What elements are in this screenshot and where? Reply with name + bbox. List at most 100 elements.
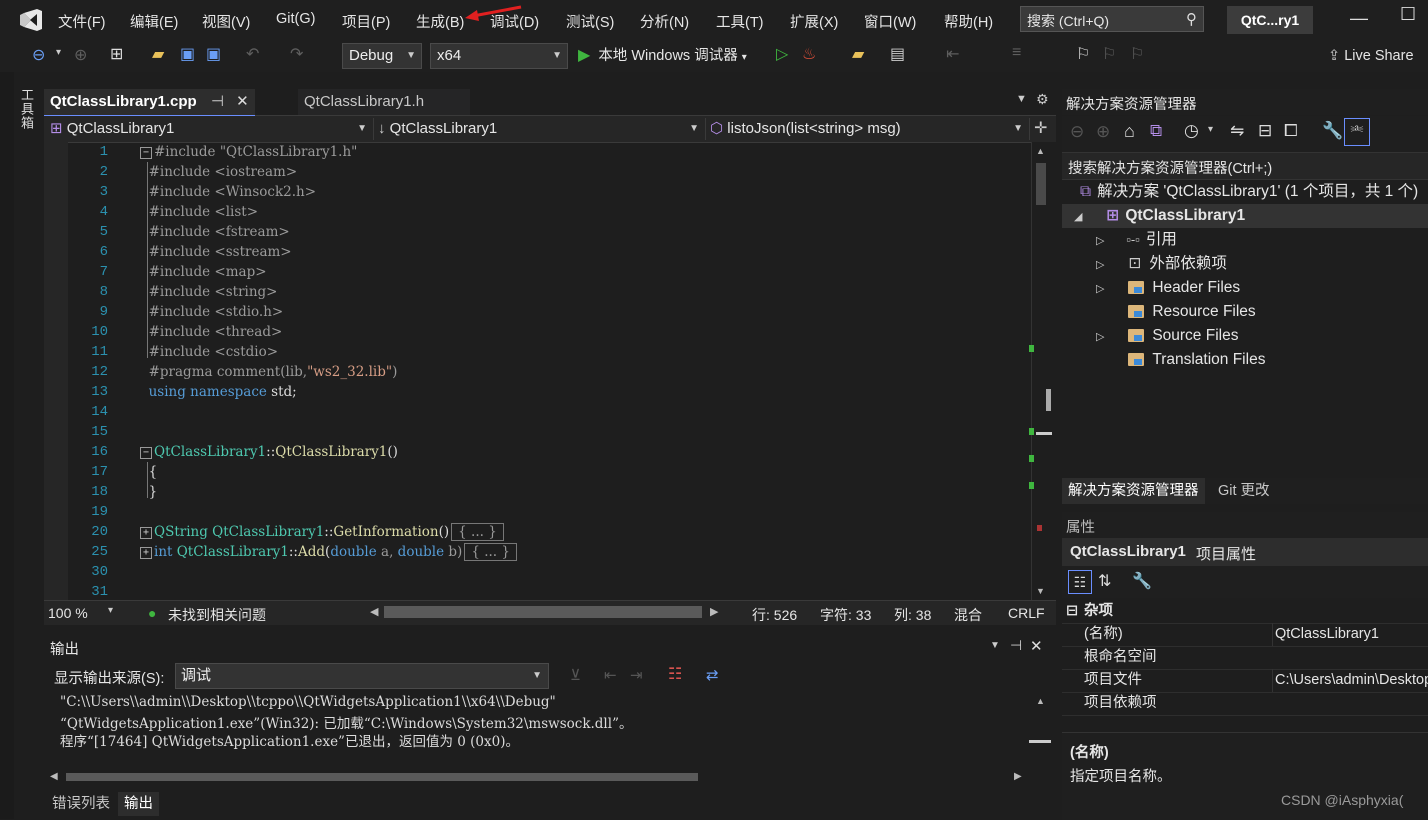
menu-project[interactable]: 项目(P) <box>342 11 390 32</box>
back-icon[interactable]: ⊖ <box>1070 122 1084 142</box>
menu-help[interactable]: 帮助(H) <box>944 11 993 32</box>
solution-explorer-search[interactable]: 搜索解决方案资源管理器(Ctrl+;) <box>1062 152 1428 180</box>
sync-icon[interactable]: ⇋ <box>1230 121 1244 141</box>
menu-window[interactable]: 窗口(W) <box>864 11 916 32</box>
output-source-dropdown[interactable]: 调试 ▼ <box>175 663 549 689</box>
new-project-icon[interactable]: ⊞ <box>110 44 123 64</box>
tree-item-external-deps[interactable]: ▷ ⊡ 外部依赖项 <box>1096 252 1227 276</box>
platform-dropdown[interactable]: x64 ▼ <box>430 43 568 69</box>
scrollbar-thumb[interactable] <box>66 773 698 781</box>
tree-item-project[interactable]: ◢ ⊞ QtClassLibrary1 <box>1074 204 1245 228</box>
collapsed-triangle-icon[interactable]: ▷ <box>1096 277 1110 301</box>
tab-qtclasslibrary1-h[interactable]: QtClassLibrary1.h <box>298 89 470 115</box>
property-row[interactable]: (名称) QtClassLibrary1 <box>1062 623 1428 647</box>
property-row[interactable]: 根命名空间 <box>1062 646 1428 670</box>
bookmark-icon[interactable]: ⚐ <box>1076 44 1090 64</box>
find-prev-icon[interactable]: ⇤ <box>604 666 617 684</box>
bookmark-next-icon[interactable]: ⚐ <box>1130 44 1144 64</box>
collapsed-block[interactable]: { ... } <box>451 523 504 541</box>
tab-solution-explorer[interactable]: 解决方案资源管理器 <box>1062 478 1205 504</box>
menu-extensions[interactable]: 扩展(X) <box>790 11 838 32</box>
scroll-left-icon[interactable]: ◀ <box>370 605 378 618</box>
tab-overflow-icon[interactable]: ▼ <box>1016 93 1027 105</box>
find-next-icon[interactable]: ⇥ <box>630 666 643 684</box>
project-scope-dropdown[interactable]: ⊞ QtClassLibrary1 ▼ <box>46 118 374 140</box>
menu-edit[interactable]: 编辑(E) <box>130 11 178 32</box>
switch-views-icon[interactable]: ⧉ <box>1150 121 1162 141</box>
type-scope-dropdown[interactable]: ↓ QtClassLibrary1 ▼ <box>374 118 706 140</box>
minimize-icon[interactable]: — <box>1350 8 1370 29</box>
category-collapse-icon[interactable]: ⊟ <box>1066 600 1078 623</box>
tree-item-solution[interactable]: ⧉ 解决方案 'QtClassLibrary1' (1 个项目，共 1 个) <box>1080 180 1418 204</box>
collapsed-triangle-icon[interactable]: ▷ <box>1096 325 1110 349</box>
scroll-up-icon[interactable]: ▲ <box>1036 696 1045 706</box>
collapsed-block[interactable]: { ... } <box>464 543 517 561</box>
horizontal-scrollbar-thumb[interactable] <box>384 606 702 618</box>
tab-output[interactable]: 输出 <box>118 792 159 816</box>
pin-icon[interactable]: ⊣ <box>1010 637 1022 654</box>
expand-icon[interactable]: + <box>140 546 152 559</box>
goto-prev-message-icon[interactable]: ⊻ <box>570 666 581 684</box>
char-indicator[interactable]: 字符: 33 <box>820 605 871 625</box>
code-editor[interactable]: − #include "QtClassLibrary1.h" #include <… <box>140 142 1020 602</box>
member-dropdown[interactable]: ⬡ listoJson(list<string> msg) ▼ <box>706 118 1030 140</box>
alphabetical-icon[interactable]: ⇅ <box>1098 571 1111 591</box>
properties-wrench-icon[interactable]: 🔧 <box>1322 121 1343 141</box>
menu-git[interactable]: Git(G) <box>276 11 315 27</box>
collapse-icon[interactable]: − <box>140 146 152 159</box>
tree-item-translation-files[interactable]: Translation Files <box>1096 348 1265 372</box>
output-text-area[interactable]: "C:\\Users\\admin\\Desktop\\tcppo\\QtWid… <box>44 692 1024 770</box>
tree-item-header-files[interactable]: ▷ Header Files <box>1096 276 1240 300</box>
menu-file[interactable]: 文件(F) <box>58 11 106 32</box>
start-debugging-button[interactable]: ▶ 本地 Windows 调试器 ▾ <box>578 44 747 65</box>
split-editor-icon[interactable]: ✛ <box>1034 118 1047 138</box>
tab-git-changes[interactable]: Git 更改 <box>1212 478 1276 504</box>
scroll-right-icon[interactable]: ▶ <box>710 605 718 618</box>
save-all-icon[interactable]: ▣ <box>206 44 221 64</box>
indent-mode[interactable]: 混合 <box>954 605 982 625</box>
word-wrap-icon[interactable]: ⇄ <box>706 666 719 684</box>
show-all-files-icon[interactable]: ⧠ <box>1284 121 1298 141</box>
toolbox-tab[interactable]: 工具箱 <box>14 88 36 138</box>
expand-icon[interactable]: + <box>140 526 152 539</box>
scroll-down-icon[interactable]: ▼ <box>1036 586 1045 596</box>
property-pages-wrench-icon[interactable]: 🔧 <box>1132 571 1152 591</box>
property-row[interactable]: 项目文件 C:\Users\admin\Desktop <box>1062 669 1428 693</box>
collapse-all-icon[interactable]: ⊟ <box>1258 121 1272 141</box>
chevron-down-icon[interactable]: ▾ <box>1208 124 1213 135</box>
clear-all-icon[interactable]: ☷ <box>668 664 682 684</box>
zoom-level[interactable]: 100 % <box>48 605 88 621</box>
tree-item-source-files[interactable]: ▷ Source Files <box>1096 324 1238 348</box>
categorized-icon[interactable]: ☷ <box>1068 570 1092 594</box>
chevron-down-icon[interactable]: ▼ <box>990 640 1000 651</box>
scroll-up-icon[interactable]: ▲ <box>1036 146 1045 156</box>
navigate-back-icon[interactable]: ⊖ <box>32 45 45 65</box>
properties-object-selector[interactable]: QtClassLibrary1 项目属性 <box>1062 538 1428 566</box>
menu-analyze[interactable]: 分析(N) <box>640 11 689 32</box>
issues-status[interactable]: 未找到相关问题 <box>168 605 266 625</box>
property-row[interactable]: 项目依赖项 <box>1062 692 1428 716</box>
pending-changes-icon[interactable]: ◷ <box>1184 121 1199 141</box>
global-search-input[interactable]: 搜索 (Ctrl+Q) ⚲ <box>1020 6 1204 32</box>
scroll-right-icon[interactable]: ▶ <box>1014 771 1022 782</box>
tab-qtclasslibrary1-cpp[interactable]: QtClassLibrary1.cpp ⊣ ✕ <box>44 89 255 117</box>
scroll-left-icon[interactable]: ◀ <box>50 771 58 782</box>
home-icon[interactable]: ⌂ <box>1124 121 1135 142</box>
tree-item-resource-files[interactable]: Resource Files <box>1096 300 1256 324</box>
scrollbar-thumb[interactable] <box>1036 163 1046 205</box>
menu-build[interactable]: 生成(B) <box>416 11 464 32</box>
tab-error-list[interactable]: 错误列表 <box>46 792 116 816</box>
tree-item-references[interactable]: ▷ ▫-▫ 引用 <box>1096 228 1177 252</box>
browse-folder-icon[interactable]: ▰ <box>852 44 864 64</box>
forward-icon[interactable]: ⊕ <box>1096 122 1110 142</box>
maximize-icon[interactable]: ☐ <box>1400 4 1420 25</box>
live-share-button[interactable]: ⇪ Live Share <box>1328 48 1414 64</box>
bookmark-prev-icon[interactable]: ⚐ <box>1102 44 1116 64</box>
open-file-icon[interactable]: ▰ <box>152 44 164 64</box>
menu-test[interactable]: 测试(S) <box>566 11 614 32</box>
property-category[interactable]: ⊟ 杂项 <box>1062 600 1428 624</box>
line-indicator[interactable]: 行: 526 <box>752 605 797 625</box>
start-without-debugging-icon[interactable]: ▷ <box>776 44 788 64</box>
preview-selected-icon[interactable]: ⎃ <box>1344 118 1370 146</box>
close-icon[interactable]: ✕ <box>236 93 249 110</box>
